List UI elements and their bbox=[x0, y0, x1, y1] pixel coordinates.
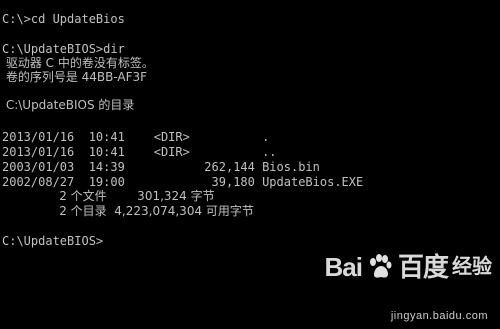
dir-entry-current: 2013/01/16 10:41 <DIR> . bbox=[2, 130, 270, 144]
command-line-cd: C:\>cd UpdateBios bbox=[2, 12, 125, 26]
dirs-summary-line: 2 个目录 4,223,074,304 可用字节 bbox=[2, 204, 254, 218]
directory-of-line: C:\UpdateBIOS 的目录 bbox=[2, 98, 135, 112]
logo-text-jingyan: 经验 bbox=[452, 256, 492, 278]
logo-text-bai: Bai bbox=[324, 252, 363, 282]
dir-entry-updatebios-exe: 2002/08/27 19:00 39,180 UpdateBios.EXE bbox=[2, 175, 364, 189]
command-prompt: C:\UpdateBIOS> bbox=[2, 234, 104, 248]
command-line-dir: C:\UpdateBIOS>dir bbox=[2, 42, 125, 56]
paw-icon bbox=[369, 254, 392, 278]
dir-entry-bios-bin: 2003/01/03 14:39 262,144 Bios.bin bbox=[2, 160, 320, 174]
baidu-jingyan-watermark: Bai 百度 经验 jingyan.baidu.com bbox=[317, 253, 492, 323]
files-summary-line: 2 个文件 301,324 字节 bbox=[2, 189, 215, 203]
baidu-logo: Bai 百度 经验 bbox=[325, 253, 492, 281]
volume-serial-line: 卷的序列号是 44BB-AF3F bbox=[2, 70, 148, 84]
volume-label-line: 驱动器 C 中的卷没有标签。 bbox=[2, 56, 154, 70]
watermark-url: jingyan.baidu.com bbox=[390, 310, 488, 322]
logo-text-baidu-cn: 百度 bbox=[397, 252, 449, 282]
dir-entry-parent: 2013/01/16 10:41 <DIR> .. bbox=[2, 145, 277, 159]
command-prompt-window[interactable]: C:\>cd UpdateBios C:\UpdateBIOS>dir 驱动器 … bbox=[0, 0, 500, 329]
